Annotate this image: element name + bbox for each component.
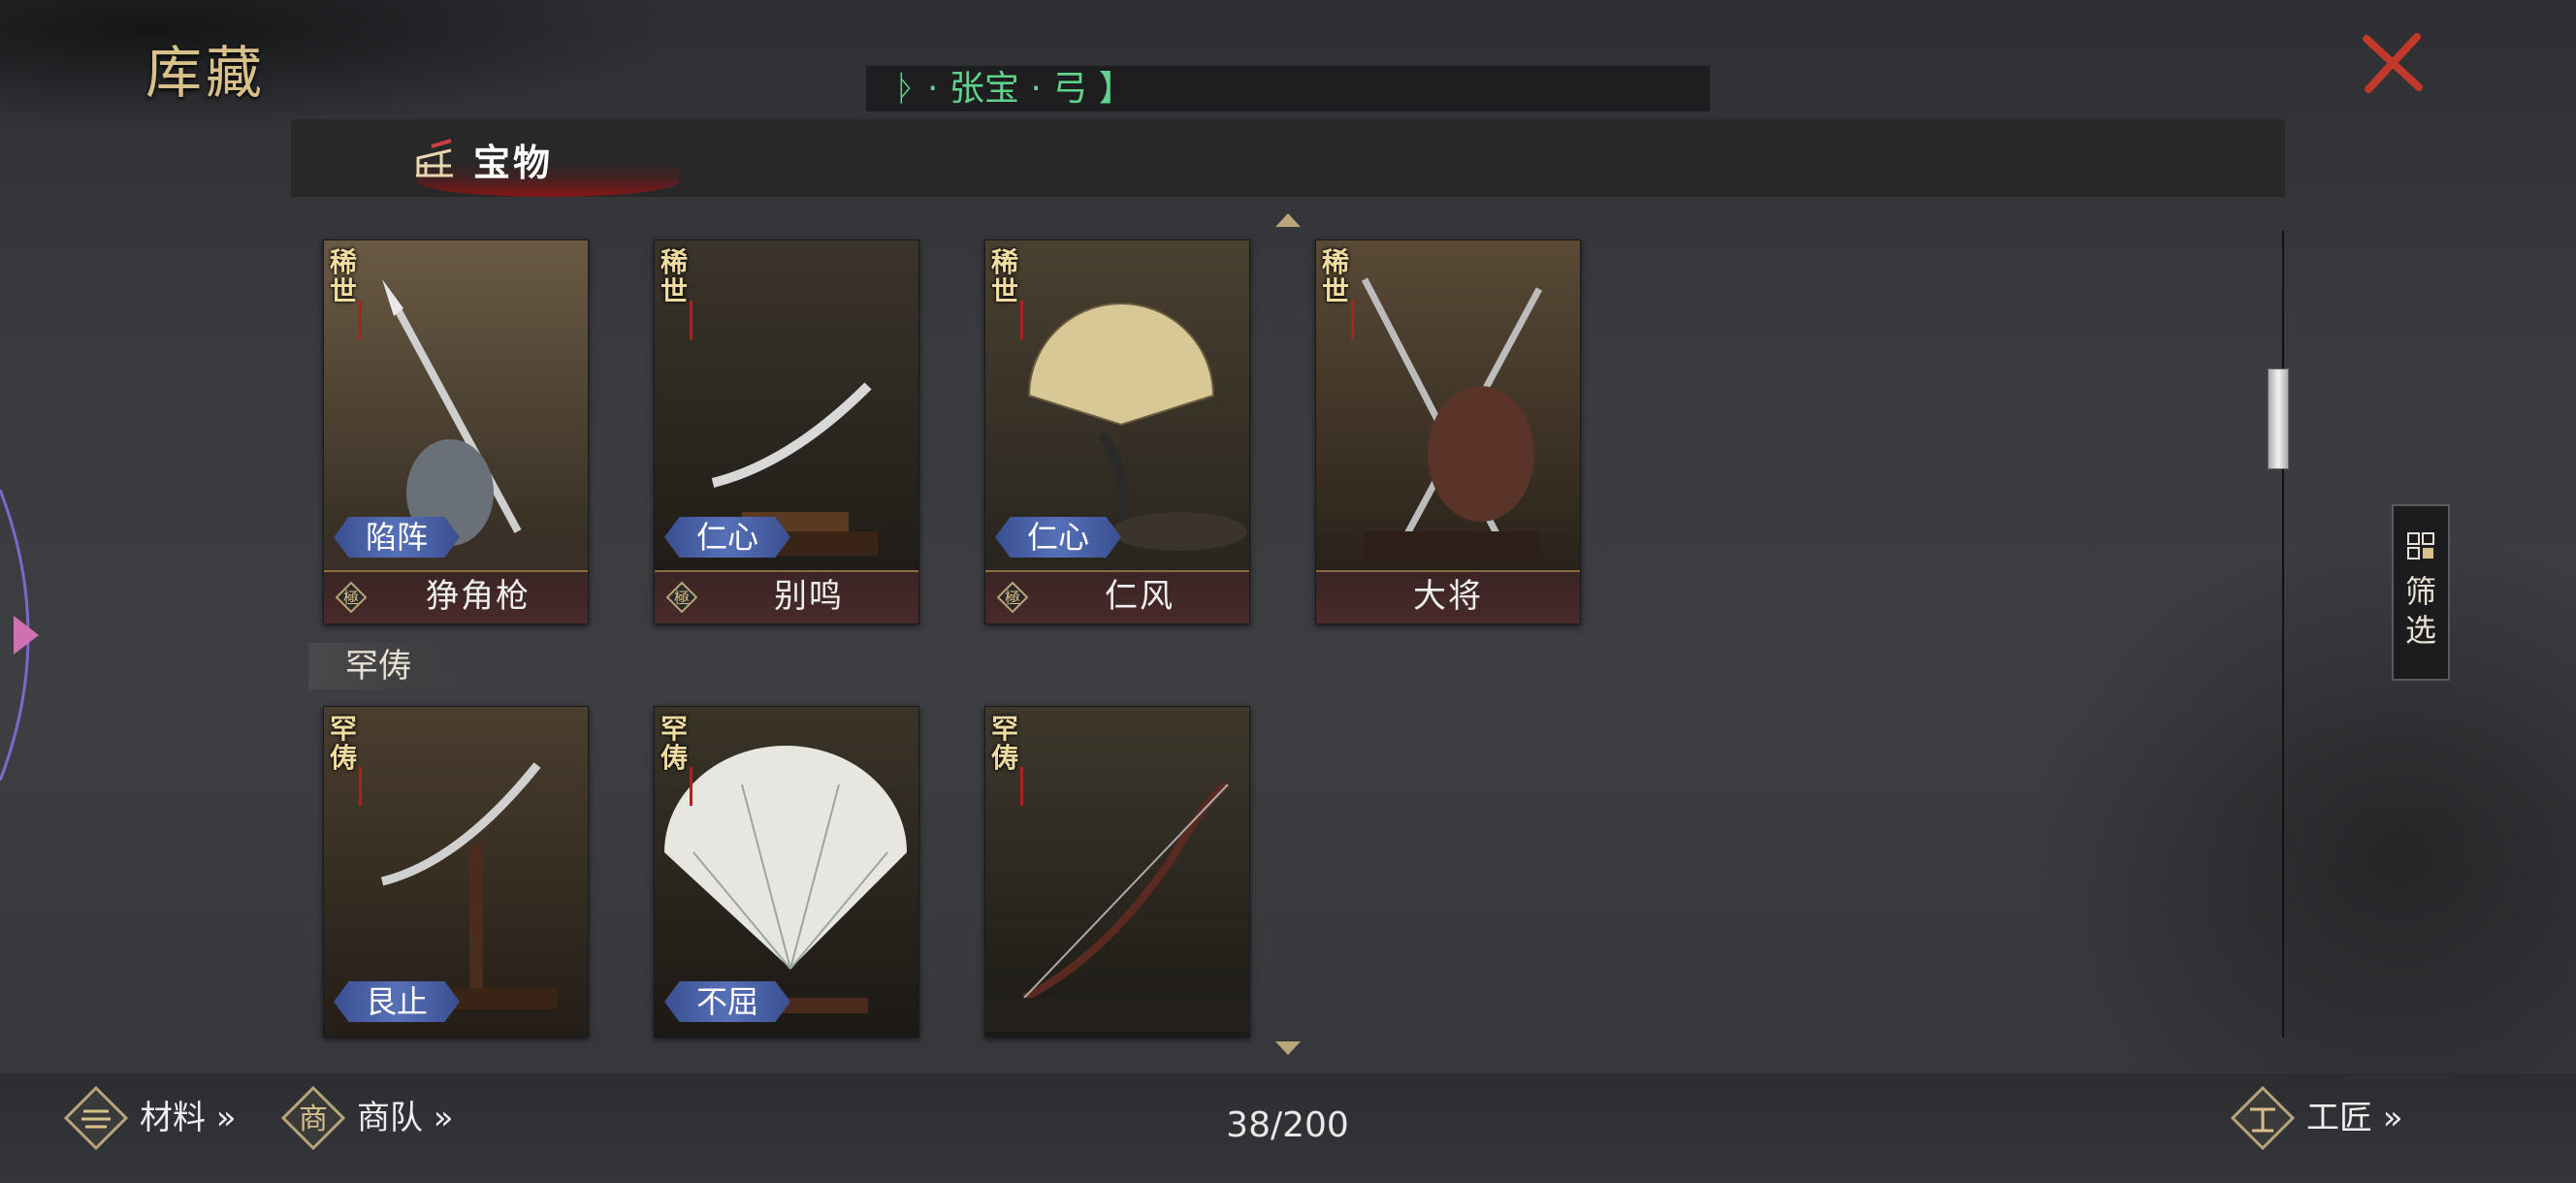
treasure-card[interactable]: 罕俦 不屈 [654,706,919,1038]
trait-badge: 仁心 [664,517,790,558]
rarity-tag: 罕俦 [991,715,1038,806]
ink-dragon-decoration [1994,504,2576,1086]
filter-button[interactable]: 筛选 [2392,504,2450,681]
page-title: 库藏 [145,40,267,106]
treasure-card[interactable]: 稀世 仁心 極 仁风 [984,240,1250,624]
treasure-card[interactable]: 罕俦 艮止 [323,706,589,1038]
caravan-icon: 商 [281,1086,345,1150]
trait-badge: 仁心 [995,517,1121,558]
scroll-thumb[interactable] [2268,368,2289,469]
tab-treasure-label: 宝物 [473,142,554,184]
treasure-name: 仁风 [1105,577,1175,616]
caravan-label: 商队 » [357,1099,454,1137]
treasure-name: 别鸣 [774,577,844,616]
search-field[interactable]: ᚦ · 张宝 · 弓 】 [866,66,1710,112]
side-expand-icon[interactable] [0,490,56,781]
materials-icon [64,1086,128,1150]
scroll-track [2282,231,2284,1038]
craftsman-label: 工匠 » [2306,1099,2403,1137]
trait-badge: 不屈 [664,981,790,1022]
filter-label: 筛选 [2404,573,2436,649]
inventory-count: 38/200 [1226,1105,1349,1145]
scroll-up-arrow[interactable] [1275,213,1301,227]
materials-label: 材料 » [140,1099,237,1137]
treasure-card[interactable]: 稀世 仁心 極 别鸣 [654,240,919,624]
rarity-tag: 稀世 [660,248,707,339]
trait-badge: 陷阵 [334,517,460,558]
treasure-rack-icon [416,139,453,177]
close-icon[interactable] [2359,29,2427,97]
treasure-card[interactable]: 罕俦 [984,706,1250,1038]
rarity-tag: 稀世 [330,248,376,339]
craftsman-icon [2231,1086,2295,1150]
trait-badge: 艮止 [334,981,460,1022]
rarity-tag: 罕俦 [330,715,376,806]
rarity-tag: 罕俦 [660,715,707,806]
section-header-rare: 罕俦 [308,643,483,689]
grid-icon [2407,532,2434,560]
treasure-name: 狰角枪 [426,577,531,616]
scroll-down-arrow[interactable] [1275,1041,1301,1055]
treasure-card[interactable]: 稀世 陷阵 極 狰角枪 [323,240,589,624]
category-tab-bar: 宝物 [291,119,2285,197]
rarity-tag: 稀世 [1322,248,1368,339]
treasure-name: 大将 [1413,577,1483,616]
rarity-tag: 稀世 [991,248,1038,339]
svg-text:商: 商 [299,1103,328,1136]
treasure-card[interactable]: 稀世 大将 [1315,240,1581,624]
